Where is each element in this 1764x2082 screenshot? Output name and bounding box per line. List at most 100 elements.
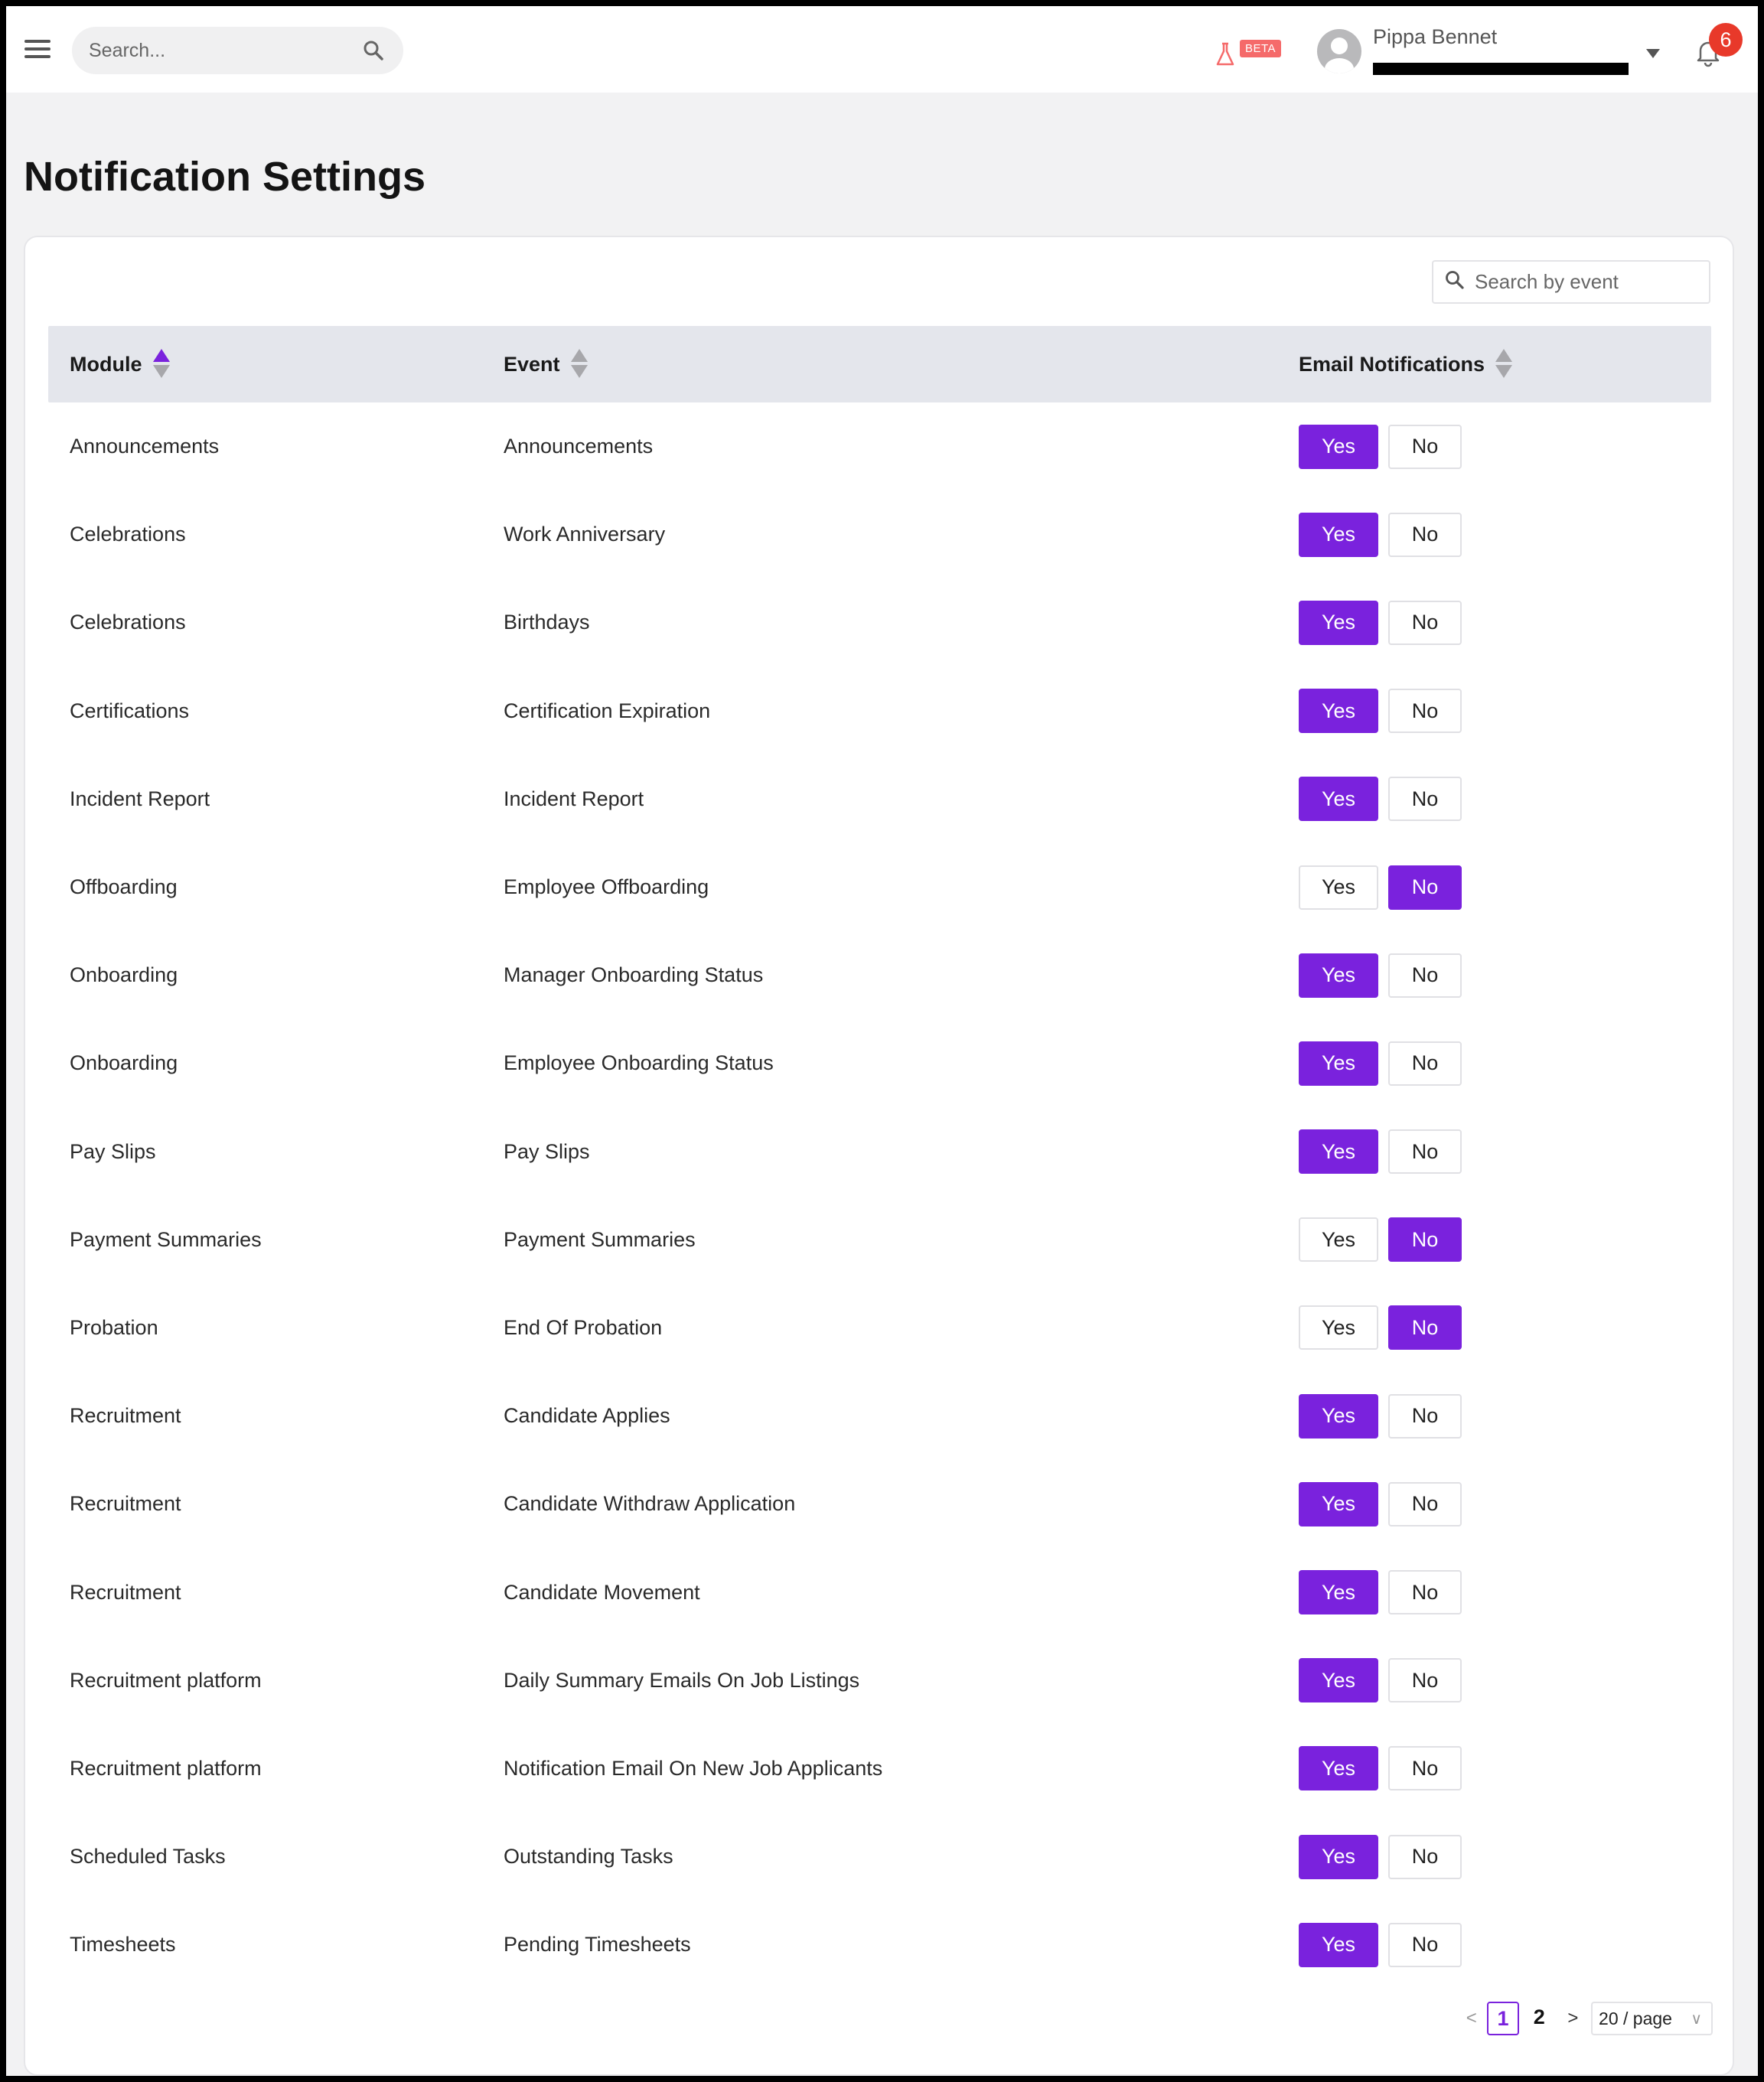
table-row: Incident Report Incident Report Yes No xyxy=(48,755,1711,843)
yes-button[interactable]: Yes xyxy=(1299,1481,1378,1526)
table-row: Recruitment Candidate Withdraw Applicatio… xyxy=(48,1460,1711,1548)
table-row: Probation End Of Probation Yes No xyxy=(48,1284,1711,1372)
email-notification-toggle: Yes No xyxy=(1299,1813,1462,1901)
email-notification-toggle: Yes No xyxy=(1299,931,1462,1019)
yes-button[interactable]: Yes xyxy=(1299,600,1378,645)
event-cell: Manager Onboarding Status xyxy=(504,963,764,987)
yes-button[interactable]: Yes xyxy=(1299,1129,1378,1175)
yes-button[interactable]: Yes xyxy=(1299,865,1378,910)
no-button[interactable]: No xyxy=(1388,1129,1462,1175)
no-button[interactable]: No xyxy=(1388,1481,1462,1526)
no-button[interactable]: No xyxy=(1388,1746,1462,1791)
event-cell: Candidate Movement xyxy=(504,1580,700,1604)
avatar[interactable] xyxy=(1317,29,1361,73)
page-title: Notification Settings xyxy=(24,154,426,200)
yes-button[interactable]: Yes xyxy=(1299,689,1378,734)
yes-button[interactable]: Yes xyxy=(1299,1305,1378,1351)
email-notification-toggle: Yes No xyxy=(1299,1019,1462,1107)
no-button[interactable]: No xyxy=(1388,689,1462,734)
chevron-down-icon: ∨ xyxy=(1691,2011,1702,2028)
no-button[interactable]: No xyxy=(1388,424,1462,469)
table-header: Module Event Email Notifications xyxy=(48,326,1711,402)
table-row: Offboarding Employee Offboarding Yes No xyxy=(48,843,1711,931)
yes-button[interactable]: Yes xyxy=(1299,1746,1378,1791)
sort-icon[interactable] xyxy=(1495,349,1513,380)
event-cell: Employee Offboarding xyxy=(504,875,709,899)
search-icon[interactable] xyxy=(362,39,385,66)
no-button[interactable]: No xyxy=(1388,953,1462,998)
email-notification-toggle: Yes No xyxy=(1299,1901,1462,1989)
module-cell: Onboarding xyxy=(70,963,178,987)
module-cell: Offboarding xyxy=(70,875,178,899)
module-cell: Celebrations xyxy=(70,611,186,634)
no-button[interactable]: No xyxy=(1388,1041,1462,1086)
global-search-input[interactable] xyxy=(89,39,341,62)
column-header-module[interactable]: Module xyxy=(70,326,170,402)
no-button[interactable]: No xyxy=(1388,1570,1462,1615)
module-cell: Pay Slips xyxy=(70,1139,156,1163)
settings-card: Module Event Email Notifications Announc… xyxy=(24,236,1734,2076)
table-row: Recruitment Candidate Movement Yes No xyxy=(48,1548,1711,1636)
event-cell: Incident Report xyxy=(504,787,644,810)
table-row: Onboarding Employee Onboarding Status Yes N… xyxy=(48,1019,1711,1107)
event-cell: Announcements xyxy=(504,435,654,458)
event-search-input[interactable] xyxy=(1475,270,1697,294)
module-cell: Recruitment platform xyxy=(70,1668,262,1692)
no-button[interactable]: No xyxy=(1388,1305,1462,1351)
yes-button[interactable]: Yes xyxy=(1299,512,1378,557)
yes-button[interactable]: Yes xyxy=(1299,424,1378,469)
event-cell: Pending Timesheets xyxy=(504,1933,691,1957)
module-cell: Announcements xyxy=(70,435,220,458)
yes-button[interactable]: Yes xyxy=(1299,1570,1378,1615)
no-button[interactable]: No xyxy=(1388,1393,1462,1439)
no-button[interactable]: No xyxy=(1388,512,1462,557)
email-notification-toggle: Yes No xyxy=(1299,755,1462,843)
prev-page-button[interactable]: < xyxy=(1460,2008,1482,2029)
yes-button[interactable]: Yes xyxy=(1299,1658,1378,1703)
event-search xyxy=(1432,260,1710,304)
event-cell: Outstanding Tasks xyxy=(504,1845,673,1869)
menu-icon[interactable] xyxy=(24,40,51,61)
email-notification-toggle: Yes No xyxy=(1299,1108,1462,1196)
caret-down-icon[interactable] xyxy=(1646,49,1660,58)
yes-button[interactable]: Yes xyxy=(1299,1922,1378,1967)
email-notification-toggle: Yes No xyxy=(1299,578,1462,666)
no-button[interactable]: No xyxy=(1388,1922,1462,1967)
user-name[interactable]: Pippa Bennet xyxy=(1373,25,1497,49)
event-cell: Work Anniversary xyxy=(504,523,666,546)
no-button[interactable]: No xyxy=(1388,1658,1462,1703)
email-notification-toggle: Yes No xyxy=(1299,1548,1462,1636)
no-button[interactable]: No xyxy=(1388,777,1462,822)
page-2-button[interactable]: 2 xyxy=(1524,2002,1555,2035)
yes-button[interactable]: Yes xyxy=(1299,1041,1378,1086)
yes-button[interactable]: Yes xyxy=(1299,1834,1378,1879)
sort-icon[interactable] xyxy=(570,349,588,380)
table-row: Scheduled Tasks Outstanding Tasks Yes No xyxy=(48,1813,1711,1901)
next-page-button[interactable]: > xyxy=(1560,2008,1586,2029)
module-cell: Certifications xyxy=(70,699,190,722)
no-button[interactable]: No xyxy=(1388,865,1462,910)
sort-icon[interactable] xyxy=(152,349,170,380)
no-button[interactable]: No xyxy=(1388,1217,1462,1263)
event-cell: End Of Probation xyxy=(504,1315,663,1339)
yes-button[interactable]: Yes xyxy=(1299,1393,1378,1439)
page-1-button[interactable]: 1 xyxy=(1487,2002,1519,2035)
yes-button[interactable]: Yes xyxy=(1299,953,1378,998)
top-bar: BETA Pippa Bennet 6 xyxy=(6,6,1758,93)
notification-count-badge[interactable]: 6 xyxy=(1709,23,1743,57)
beta-badge: BETA xyxy=(1240,40,1282,57)
no-button[interactable]: No xyxy=(1388,600,1462,645)
page-size-select[interactable]: 20 / page ∨ xyxy=(1591,2002,1713,2035)
event-cell: Pay Slips xyxy=(504,1139,590,1163)
email-notification-toggle: Yes No xyxy=(1299,402,1462,490)
no-button[interactable]: No xyxy=(1388,1834,1462,1879)
column-header-event[interactable]: Event xyxy=(504,326,588,402)
table-row: Recruitment platform Notification Email O… xyxy=(48,1725,1711,1813)
column-header-email-notifications[interactable]: Email Notifications xyxy=(1299,326,1513,402)
yes-button[interactable]: Yes xyxy=(1299,777,1378,822)
column-header-label: Module xyxy=(70,352,142,376)
column-header-label: Event xyxy=(504,352,560,376)
global-search xyxy=(72,27,403,74)
flask-icon xyxy=(1214,41,1237,71)
yes-button[interactable]: Yes xyxy=(1299,1217,1378,1263)
